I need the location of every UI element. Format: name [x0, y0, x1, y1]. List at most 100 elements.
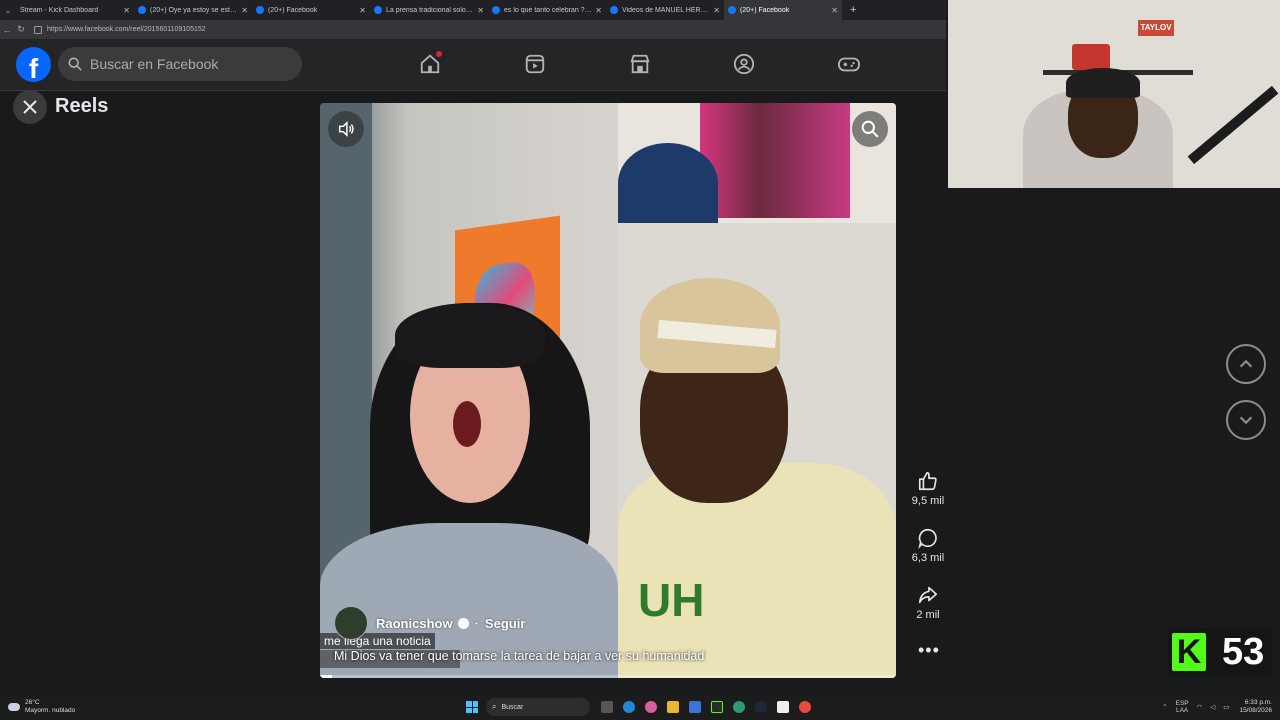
marketplace-icon[interactable] [627, 51, 653, 77]
close-tab-icon[interactable]: ✕ [359, 6, 366, 15]
tab-label: (20+) Oye ya estoy se está saliendo [150, 6, 238, 14]
close-reels-button[interactable] [13, 90, 47, 124]
windows-taskbar: 26°C Mayorm. nublado ⌕ Buscar ⌃ ESP LAA ◠… [0, 696, 1280, 720]
system-tray: ⌃ ESP LAA ◠ ◁ ▭ 6:33 p.m. 15/08/2026 [1158, 699, 1272, 715]
edge-icon[interactable] [623, 701, 635, 713]
blue-object [618, 143, 718, 223]
browser-tab[interactable]: (20+) Facebook ✕ [724, 0, 842, 20]
browser-tab[interactable]: Videos de MANUEL HERRERA (@✕ [606, 0, 724, 20]
zoom-button[interactable] [852, 111, 888, 147]
kick-app-icon[interactable] [711, 701, 723, 713]
tabs-container: Stream - Kick Dashboard ✕ (20+) Oye ya est… [16, 0, 842, 20]
battery-icon[interactable]: ▭ [1223, 703, 1229, 711]
temperature: 26°C [25, 699, 40, 706]
browser-tab[interactable]: es lo que tanto celebran ? #petro✕ [488, 0, 606, 20]
store-icon[interactable] [689, 701, 701, 713]
close-tab-icon[interactable]: ✕ [241, 6, 248, 15]
taskbar-search[interactable]: ⌕ Buscar [486, 698, 590, 716]
back-button[interactable]: ← [0, 25, 14, 35]
facebook-favicon-icon [256, 6, 264, 14]
address-bar: ← ↻ https://www.facebook.com/reel/201560… [0, 20, 946, 39]
progress-fill [320, 675, 332, 678]
chevron-up-icon[interactable]: ⌃ [1162, 703, 1167, 711]
facebook-favicon-icon [138, 6, 146, 14]
video-icon[interactable] [522, 51, 548, 77]
reel-caption[interactable]: Mi Dios va tener que tomarse la tarea de… [334, 649, 704, 663]
volume-icon[interactable]: ◁ [1210, 703, 1215, 711]
reload-button[interactable]: ↻ [14, 24, 28, 35]
reel-author: Raonicshow · Seguir [334, 606, 525, 640]
steam-icon[interactable] [755, 701, 767, 713]
close-tab-icon[interactable]: ✕ [831, 6, 838, 15]
home-icon[interactable] [417, 51, 443, 77]
close-tab-icon[interactable]: ✕ [595, 6, 602, 15]
gaming-icon[interactable] [836, 51, 862, 77]
browser-tab[interactable]: Stream - Kick Dashboard ✕ [16, 0, 134, 20]
file-explorer-icon[interactable] [667, 701, 679, 713]
browser-tab[interactable]: (20+) Oye ya estoy se está saliendo✕ [134, 0, 252, 20]
viewer-count: 53 [1222, 630, 1265, 673]
browser-tab[interactable]: (20+) Facebook ✕ [252, 0, 370, 20]
task-view-icon[interactable] [601, 701, 613, 713]
search-input[interactable]: Buscar en Facebook [58, 47, 302, 81]
close-tab-icon[interactable]: ✕ [713, 6, 720, 15]
new-tab-button[interactable]: + [850, 4, 856, 16]
notification-dot [436, 51, 442, 57]
video-progress-bar[interactable] [320, 675, 896, 678]
tab-list-button[interactable]: ⌄ [0, 0, 16, 20]
share-button[interactable]: 2 mil [906, 584, 950, 621]
video-right-panel: UH [618, 103, 896, 678]
tab-label: La prensa tradicional solo sabe bu [386, 6, 474, 14]
comment-icon [918, 528, 937, 549]
language-code: ESP [1175, 700, 1189, 707]
next-reel-button[interactable] [1226, 400, 1266, 440]
comment-button[interactable]: 6,3 mil [906, 527, 950, 564]
avatar[interactable] [334, 606, 368, 640]
taskbar-search-label: Buscar [501, 703, 524, 711]
more-options-button[interactable]: ••• [918, 640, 940, 661]
streamer-cap [1066, 68, 1140, 98]
tab-label: (20+) Facebook [740, 6, 790, 14]
separator-dot: · [474, 615, 479, 631]
magnifier-icon [861, 120, 879, 138]
facebook-favicon-icon [492, 6, 500, 14]
previous-reel-button[interactable] [1226, 344, 1266, 384]
url-field[interactable]: https://www.facebook.com/reel/2015601109… [34, 25, 206, 34]
reels-title: Reels [55, 95, 109, 117]
facebook-header: f Buscar en Facebook [0, 39, 946, 91]
url-text: https://www.facebook.com/reel/2015601109… [47, 26, 206, 33]
wall-sign: TAYLOV [1138, 20, 1174, 36]
woman-bangs [395, 303, 545, 368]
close-tab-icon[interactable]: ✕ [123, 6, 130, 15]
clock[interactable]: 6:33 p.m. 15/08/2026 [1239, 699, 1272, 715]
share-icon [918, 586, 938, 604]
facebook-logo[interactable]: f [16, 47, 51, 82]
app-icon[interactable] [733, 701, 745, 713]
shirt-print: UH [638, 574, 705, 626]
language-indicator[interactable]: ESP LAA [1176, 700, 1189, 714]
thumbs-up-icon [918, 471, 937, 491]
close-tab-icon[interactable]: ✕ [477, 6, 484, 15]
search-icon: ⌕ [492, 702, 497, 711]
like-button[interactable]: 9,5 mil [906, 470, 950, 507]
groups-icon[interactable] [731, 51, 757, 77]
copilot-icon[interactable] [645, 701, 657, 713]
search-placeholder: Buscar en Facebook [90, 56, 219, 72]
author-name[interactable]: Raonicshow [376, 616, 453, 631]
mute-button[interactable] [328, 111, 364, 147]
chrome-icon[interactable] [799, 701, 811, 713]
reel-video[interactable]: UH me llega una noticia Raonicshow · Seg… [320, 103, 896, 678]
kick-viewer-widget: K 53 [1168, 628, 1272, 676]
close-icon [23, 100, 37, 114]
windows-start-icon[interactable] [466, 701, 478, 713]
follow-button[interactable]: Seguir [485, 616, 525, 631]
wifi-icon[interactable]: ◠ [1197, 703, 1203, 711]
notepad-icon[interactable] [777, 701, 789, 713]
kick-logo-icon: K [1172, 633, 1206, 671]
chevron-up-icon [1239, 359, 1253, 368]
weather-widget[interactable]: 26°C Mayorm. nublado [8, 699, 75, 715]
share-count: 2 mil [916, 609, 940, 621]
like-count: 9,5 mil [911, 495, 945, 507]
browser-tab[interactable]: La prensa tradicional solo sabe bu✕ [370, 0, 488, 20]
tab-label: (20+) Facebook [268, 6, 318, 14]
